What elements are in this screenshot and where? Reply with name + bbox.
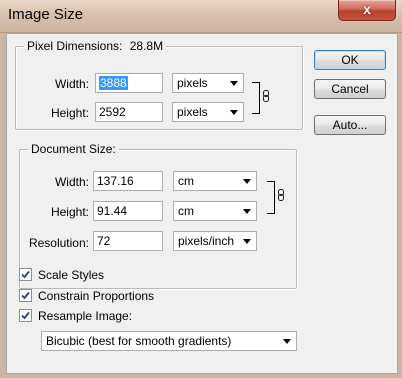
chevron-down-icon [283, 339, 291, 344]
scale-styles-label[interactable]: Scale Styles [38, 268, 104, 282]
pixel-width-input[interactable]: 3888 [95, 73, 163, 93]
pixel-dimensions-legend: Pixel Dimensions: 28.8M [24, 39, 167, 53]
document-width-unit-select[interactable]: cm [173, 171, 257, 191]
document-height-unit-select[interactable]: cm [173, 201, 257, 221]
document-constrain-bracket [267, 181, 275, 214]
image-size-dialog: Pixel Dimensions: 28.8M Width: 3888 pixe… [6, 33, 398, 374]
resample-method-select[interactable]: Bicubic (best for smooth gradients) [41, 331, 297, 351]
resolution-label: Resolution: [28, 236, 89, 250]
resample-image-checkbox[interactable] [19, 309, 32, 322]
scale-styles-checkbox[interactable] [19, 268, 32, 281]
resolution-input[interactable]: 72 [93, 231, 163, 251]
chain-link-icon [278, 189, 284, 201]
window-title: Image Size [8, 6, 84, 23]
chevron-down-icon [243, 179, 251, 184]
pixel-height-label: Height: [50, 106, 89, 120]
title-bar: Image Size x [0, 0, 402, 33]
chevron-down-icon [243, 209, 251, 214]
checkmark-icon [21, 291, 30, 300]
pixel-dimensions-size: 28.8M [129, 39, 164, 53]
chevron-down-icon [243, 239, 251, 244]
pixel-height-input[interactable]: 2592 [95, 102, 163, 122]
close-icon: x [363, 1, 371, 17]
document-height-label: Height: [50, 205, 89, 219]
pixel-width-label: Width: [54, 77, 89, 91]
auto-button[interactable]: Auto... [314, 115, 386, 135]
document-height-input[interactable]: 91.44 [93, 201, 163, 221]
cancel-button[interactable]: Cancel [314, 79, 386, 99]
document-size-legend: Document Size: [28, 142, 119, 156]
chevron-down-icon [230, 81, 238, 86]
checkmark-icon [21, 311, 30, 320]
pixel-constrain-bracket [252, 82, 260, 114]
pixel-width-unit-select[interactable]: pixels [172, 73, 244, 93]
ok-button[interactable]: OK [314, 50, 386, 70]
resolution-unit-select[interactable]: pixels/inch [173, 231, 257, 251]
pixel-height-unit-select[interactable]: pixels [172, 102, 244, 122]
document-width-label: Width: [54, 175, 89, 189]
chain-link-icon [263, 90, 269, 102]
document-width-input[interactable]: 137.16 [93, 171, 163, 191]
constrain-proportions-checkbox[interactable] [19, 289, 32, 302]
checkmark-icon [21, 270, 30, 279]
chevron-down-icon [230, 110, 238, 115]
pixel-dimensions-label: Pixel Dimensions: [27, 39, 123, 53]
close-button[interactable]: x [338, 0, 396, 21]
constrain-proportions-label[interactable]: Constrain Proportions [38, 289, 154, 303]
resample-image-label[interactable]: Resample Image: [38, 309, 132, 323]
